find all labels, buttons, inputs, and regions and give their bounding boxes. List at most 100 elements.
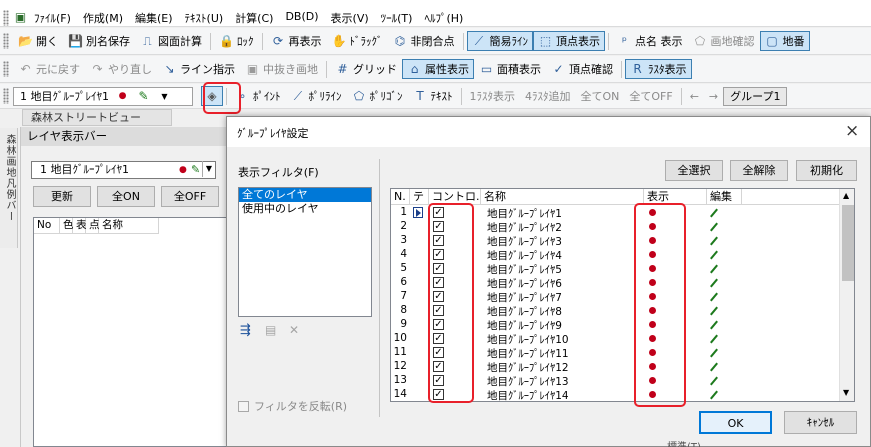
layer-list-col-4[interactable]: 名称 bbox=[99, 218, 159, 234]
save-button[interactable]: 💾 別名保存 bbox=[63, 31, 135, 51]
edit-pen-icon[interactable] bbox=[710, 222, 718, 232]
nav-right-button[interactable]: → bbox=[704, 86, 723, 106]
chevron-down-icon[interactable]: ▼ bbox=[202, 161, 215, 177]
menubar-grip[interactable] bbox=[3, 9, 9, 26]
update-button[interactable]: 更新 bbox=[33, 186, 91, 207]
chevron-down-icon[interactable]: ▼ bbox=[157, 89, 172, 104]
edit-pen-icon[interactable] bbox=[710, 348, 718, 358]
redo-label: やり直し bbox=[108, 63, 152, 76]
cancel-button[interactable]: ｷｬﾝｾﾙ bbox=[784, 411, 857, 434]
layer-list-col-0[interactable]: No bbox=[34, 218, 60, 234]
edit-pen-icon[interactable] bbox=[710, 390, 718, 400]
nav-left-button[interactable]: ← bbox=[685, 86, 704, 106]
ok-button[interactable]: OK bbox=[699, 411, 772, 434]
edit-pen-icon[interactable] bbox=[710, 250, 718, 260]
filter-option-0[interactable]: 全てのレイヤ bbox=[239, 188, 371, 202]
select-all-button[interactable]: 全選択 bbox=[665, 160, 723, 181]
scroll-thumb[interactable] bbox=[842, 205, 854, 281]
menu-item-7[interactable]: ﾂｰﾙ(T) bbox=[375, 10, 419, 26]
layer-row-no: 8 bbox=[400, 304, 407, 316]
line-pick-button[interactable]: ↘ ライン指示 bbox=[157, 59, 240, 79]
refresh-button[interactable]: ⟳ 再表示 bbox=[266, 31, 327, 51]
col-edit[interactable]: 編集 bbox=[707, 189, 742, 205]
menu-item-0[interactable]: ﾌｧｲﾙ(F) bbox=[28, 10, 77, 26]
polyline-button[interactable]: ⟋ ﾎﾟﾘﾗｲﾝ bbox=[286, 86, 347, 106]
filter-option-1[interactable]: 使用中のレイヤ bbox=[239, 202, 371, 216]
lock-button[interactable]: 🔒 ﾛｯｸ bbox=[214, 31, 259, 51]
tool-4-button[interactable]: 1ﾗｽﾀ表示 bbox=[465, 86, 521, 106]
attribute-button[interactable]: ⌂ 属性表示 bbox=[402, 59, 474, 79]
raster-button[interactable]: R ﾗｽﾀ表示 bbox=[625, 59, 692, 79]
layer-row-no: 12 bbox=[393, 360, 407, 372]
print-icon[interactable]: ▤ bbox=[265, 323, 276, 337]
undo-button[interactable]: ↶ 元に戻す bbox=[13, 59, 85, 79]
grid-label: グリッド bbox=[353, 63, 397, 76]
lot-number-button[interactable]: ▢ 地番 bbox=[759, 31, 810, 51]
grid-scrollbar[interactable]: ▲ ▼ bbox=[839, 189, 854, 401]
edit-pen-icon[interactable] bbox=[710, 376, 718, 386]
layer-list-col-2[interactable]: 表 bbox=[73, 218, 87, 234]
menu-item-3[interactable]: ﾃｷｽﾄ(U) bbox=[179, 10, 230, 26]
menu-item-1[interactable]: 作成(M) bbox=[77, 10, 129, 26]
close-icon[interactable]: × bbox=[845, 121, 859, 141]
lot-check-label: 画地確認 bbox=[710, 35, 755, 48]
dialog-title: ｸﾞﾙｰﾌﾟﾚｲﾔ設定 bbox=[237, 127, 309, 140]
clear-all-button[interactable]: 全解除 bbox=[730, 160, 788, 181]
menu-item-2[interactable]: 編集(E) bbox=[129, 10, 179, 26]
scroll-up-icon[interactable]: ▲ bbox=[843, 191, 849, 200]
polygon-button[interactable]: ⬠ ﾎﾟﾘｺﾞﾝ bbox=[347, 86, 408, 106]
edit-pen-icon[interactable] bbox=[710, 320, 718, 330]
invert-filter-checkbox[interactable]: フィルタを反転(R) bbox=[238, 398, 347, 414]
initialize-button[interactable]: 初期化 bbox=[796, 160, 857, 181]
all-on-button[interactable]: 全ON bbox=[97, 186, 155, 207]
redo-button[interactable]: ↷ やり直し bbox=[85, 59, 157, 79]
toolbar-layer-grip[interactable] bbox=[3, 88, 9, 104]
calc-button[interactable]: ⎍ 図面計算 bbox=[135, 31, 207, 51]
folder-button[interactable]: 📂 開く bbox=[13, 31, 63, 51]
edit-pen-icon[interactable] bbox=[710, 306, 718, 316]
edit-pen-icon[interactable] bbox=[710, 362, 718, 372]
hollow-lot-button[interactable]: ▣ 中抜き画地 bbox=[240, 59, 323, 79]
scroll-down-icon[interactable]: ▼ bbox=[843, 388, 849, 397]
layer-panel-combo[interactable]: 1 地目ｸﾞﾙｰﾌﾟﾚｲﾔ1 ● ✎ ▼ bbox=[31, 161, 216, 179]
insert-row-icon[interactable]: ⇶ bbox=[240, 323, 251, 338]
menu-item-8[interactable]: ﾍﾙﾌﾟ(H) bbox=[418, 10, 469, 26]
toolbar-edit-grip[interactable] bbox=[3, 61, 9, 77]
menu-item-4[interactable]: 計算(C) bbox=[229, 10, 279, 26]
simple-line-button[interactable]: ⟋ 簡易ﾗｲﾝ bbox=[466, 31, 533, 51]
edit-pen-icon[interactable] bbox=[710, 208, 718, 218]
edit-pen-icon[interactable] bbox=[710, 334, 718, 344]
tool-6-button[interactable]: 全てON bbox=[576, 86, 625, 106]
layer-list[interactable]: No 色表点名称 bbox=[33, 217, 227, 447]
open-point-button[interactable]: ⌬ 非閉合点 bbox=[388, 31, 460, 51]
edit-pen-icon[interactable] bbox=[710, 264, 718, 274]
col-no[interactable]: N. bbox=[391, 189, 410, 205]
delete-icon[interactable]: ✕ bbox=[289, 323, 299, 337]
area-button[interactable]: ▭ 面積表示 bbox=[474, 59, 546, 79]
layer-list-col-3[interactable]: 点 bbox=[86, 218, 100, 234]
group-select[interactable]: グループ1 bbox=[723, 86, 788, 106]
col-name[interactable]: 名称 bbox=[481, 189, 644, 205]
menu-item-6[interactable]: 表示(V) bbox=[325, 10, 375, 26]
edit-pen-icon[interactable] bbox=[710, 278, 718, 288]
grid-button[interactable]: # グリッド bbox=[330, 59, 402, 79]
hand-button[interactable]: ✋ ﾄﾞﾗｯｸﾞ bbox=[327, 31, 388, 51]
toolbar-layer-select[interactable]: 1 地目ｸﾞﾙｰﾌﾟﾚｲﾔ1 ● ✎ ▼ bbox=[13, 86, 193, 106]
all-off-button[interactable]: 全OFF bbox=[161, 186, 219, 207]
text-button[interactable]: T ﾃｷｽﾄ bbox=[408, 86, 458, 106]
col-t[interactable]: テ bbox=[410, 189, 429, 205]
layer-list-col-1[interactable]: 色 bbox=[60, 218, 74, 234]
street-view-tab[interactable]: 森林ストリートビュー bbox=[22, 109, 172, 126]
edit-pen-icon[interactable] bbox=[710, 292, 718, 302]
edit-pen-icon[interactable] bbox=[710, 236, 718, 246]
menu-item-5[interactable]: DB(D) bbox=[279, 10, 324, 26]
point-name-button[interactable]: ᵖ 点名 表示 bbox=[612, 31, 688, 51]
tool-5-button[interactable]: 4ﾗｽﾀ追加 bbox=[520, 86, 576, 106]
forest-legend-tab[interactable]: 森林画地凡例バー bbox=[0, 128, 18, 248]
tool-7-button[interactable]: 全てOFF bbox=[624, 86, 677, 106]
lot-check-button[interactable]: ⬠ 画地確認 bbox=[688, 31, 760, 51]
filter-list[interactable]: 全てのレイヤ 使用中のレイヤ bbox=[238, 187, 372, 317]
vertex-check-button[interactable]: ✓ 頂点確認 bbox=[546, 59, 618, 79]
vertex-button[interactable]: ⬚ 頂点表示 bbox=[533, 31, 605, 51]
toolbar-main-grip[interactable] bbox=[3, 33, 9, 49]
